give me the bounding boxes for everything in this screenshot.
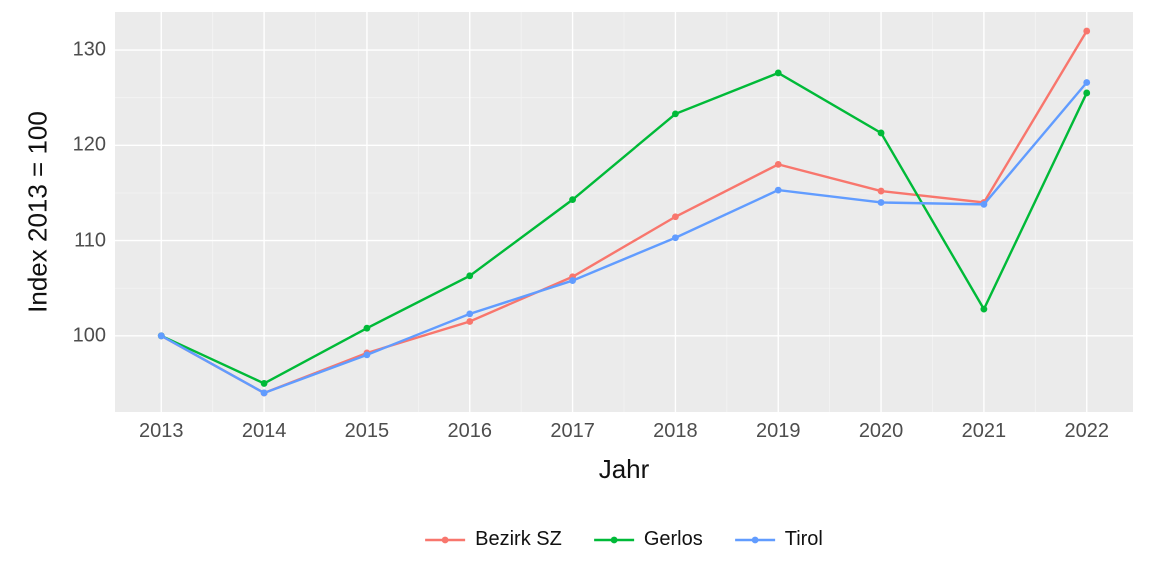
x-tick-label: 2014 xyxy=(242,420,287,443)
legend-item-gerlos: Gerlos xyxy=(594,528,703,551)
plot-svg xyxy=(115,12,1133,412)
series-point xyxy=(775,161,782,168)
y-axis-title: Index 2013 = 100 xyxy=(23,111,54,313)
x-tick-label: 2022 xyxy=(1064,420,1109,443)
series-point xyxy=(261,390,268,397)
x-tick-label: 2019 xyxy=(756,420,801,443)
x-tick-label: 2016 xyxy=(448,420,493,443)
x-tick-label: 2015 xyxy=(345,420,390,443)
x-tick-label: 2013 xyxy=(139,420,184,443)
y-tick-label: 100 xyxy=(64,324,106,347)
legend: Bezirk SZ Gerlos Tirol xyxy=(425,528,823,551)
series-point xyxy=(775,187,782,194)
series-point xyxy=(980,306,987,313)
legend-item-tirol: Tirol xyxy=(735,528,823,551)
series-point xyxy=(261,380,268,387)
y-tick-label: 110 xyxy=(64,229,106,252)
series-point xyxy=(1083,79,1090,86)
series-point xyxy=(980,201,987,208)
legend-swatch xyxy=(425,531,465,549)
legend-label: Gerlos xyxy=(644,528,703,551)
series-point xyxy=(158,332,165,339)
series-point xyxy=(878,130,885,137)
series-point xyxy=(672,111,679,118)
x-tick-label: 2017 xyxy=(550,420,595,443)
series-point xyxy=(672,234,679,241)
x-tick-label: 2020 xyxy=(859,420,904,443)
line-chart: 2013 2014 2015 2016 2017 2018 2019 2020 2021 2022… xyxy=(0,0,1152,576)
series-point xyxy=(878,199,885,206)
series-point xyxy=(1083,90,1090,97)
series-point xyxy=(466,311,473,318)
x-tick-label: 2021 xyxy=(962,420,1007,443)
y-tick-label: 130 xyxy=(64,39,106,62)
legend-label: Bezirk SZ xyxy=(475,528,562,551)
series-point xyxy=(878,188,885,195)
y-tick-label: 120 xyxy=(64,134,106,157)
series-point xyxy=(466,272,473,279)
series-point xyxy=(364,325,371,332)
series-point xyxy=(775,70,782,77)
x-tick-label: 2018 xyxy=(653,420,698,443)
series-point xyxy=(1083,28,1090,35)
series-point xyxy=(672,213,679,220)
x-axis-title: Jahr xyxy=(599,454,650,485)
plot-panel xyxy=(115,12,1133,412)
legend-swatch xyxy=(735,531,775,549)
legend-swatch xyxy=(594,531,634,549)
legend-item-bezirk-sz: Bezirk SZ xyxy=(425,528,562,551)
series-point xyxy=(364,351,371,358)
series-point xyxy=(569,277,576,284)
series-point xyxy=(466,318,473,325)
series-point xyxy=(569,196,576,203)
legend-label: Tirol xyxy=(785,528,823,551)
